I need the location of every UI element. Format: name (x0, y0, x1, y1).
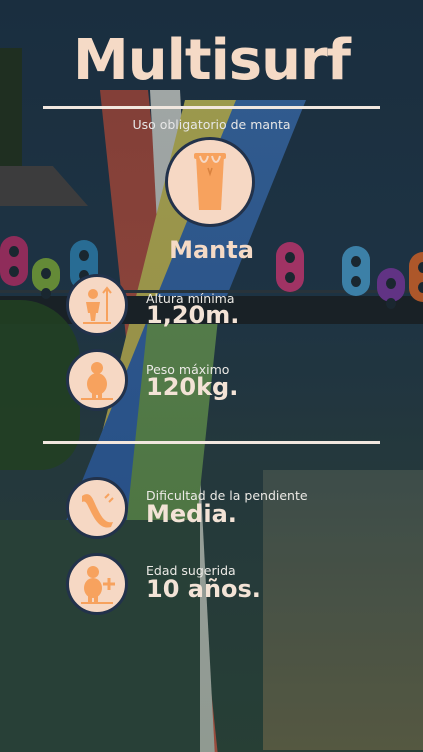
detail-value: 10 años. (146, 575, 261, 603)
attraction-screen: Multisurf Uso obligatorio de manta Manta… (0, 0, 423, 752)
requirement-value: 120kg. (146, 373, 239, 401)
detail-value: Media. (146, 500, 237, 528)
height-person-icon (66, 274, 128, 336)
requirement-value: 1,20m. (146, 301, 240, 329)
person-plus-icon (66, 553, 128, 615)
equipment-label: Manta (169, 236, 254, 264)
slope-curve-icon (66, 477, 128, 539)
weight-person-icon (66, 349, 128, 411)
divider (43, 441, 380, 444)
page-title: Multisurf (73, 28, 351, 93)
divider (43, 106, 380, 109)
subtitle: Uso obligatorio de manta (132, 117, 291, 132)
tube-bag-icon (165, 137, 255, 227)
